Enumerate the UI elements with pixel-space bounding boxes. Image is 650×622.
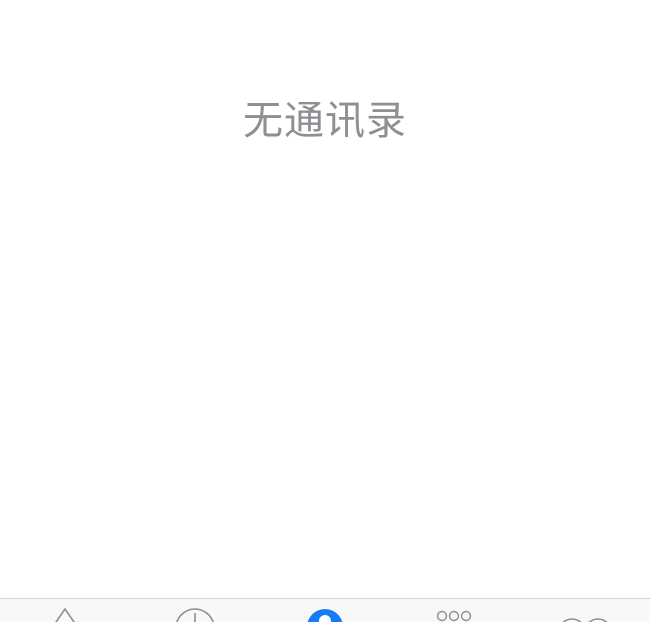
no-contacts-message: 无通讯录 — [243, 98, 407, 144]
voicemail-icon — [562, 618, 608, 622]
contacts-screen: 无通讯录 — [0, 0, 650, 622]
tab-contacts[interactable] — [260, 599, 390, 622]
keypad-icon — [436, 610, 472, 622]
tab-recents[interactable] — [130, 599, 260, 622]
tab-favorites[interactable] — [0, 599, 130, 622]
tab-bar — [0, 598, 650, 622]
star-icon — [55, 607, 75, 622]
tab-voicemail[interactable] — [520, 599, 650, 622]
person-icon — [307, 609, 343, 622]
clock-icon — [176, 608, 214, 622]
tab-keypad[interactable] — [390, 599, 520, 622]
